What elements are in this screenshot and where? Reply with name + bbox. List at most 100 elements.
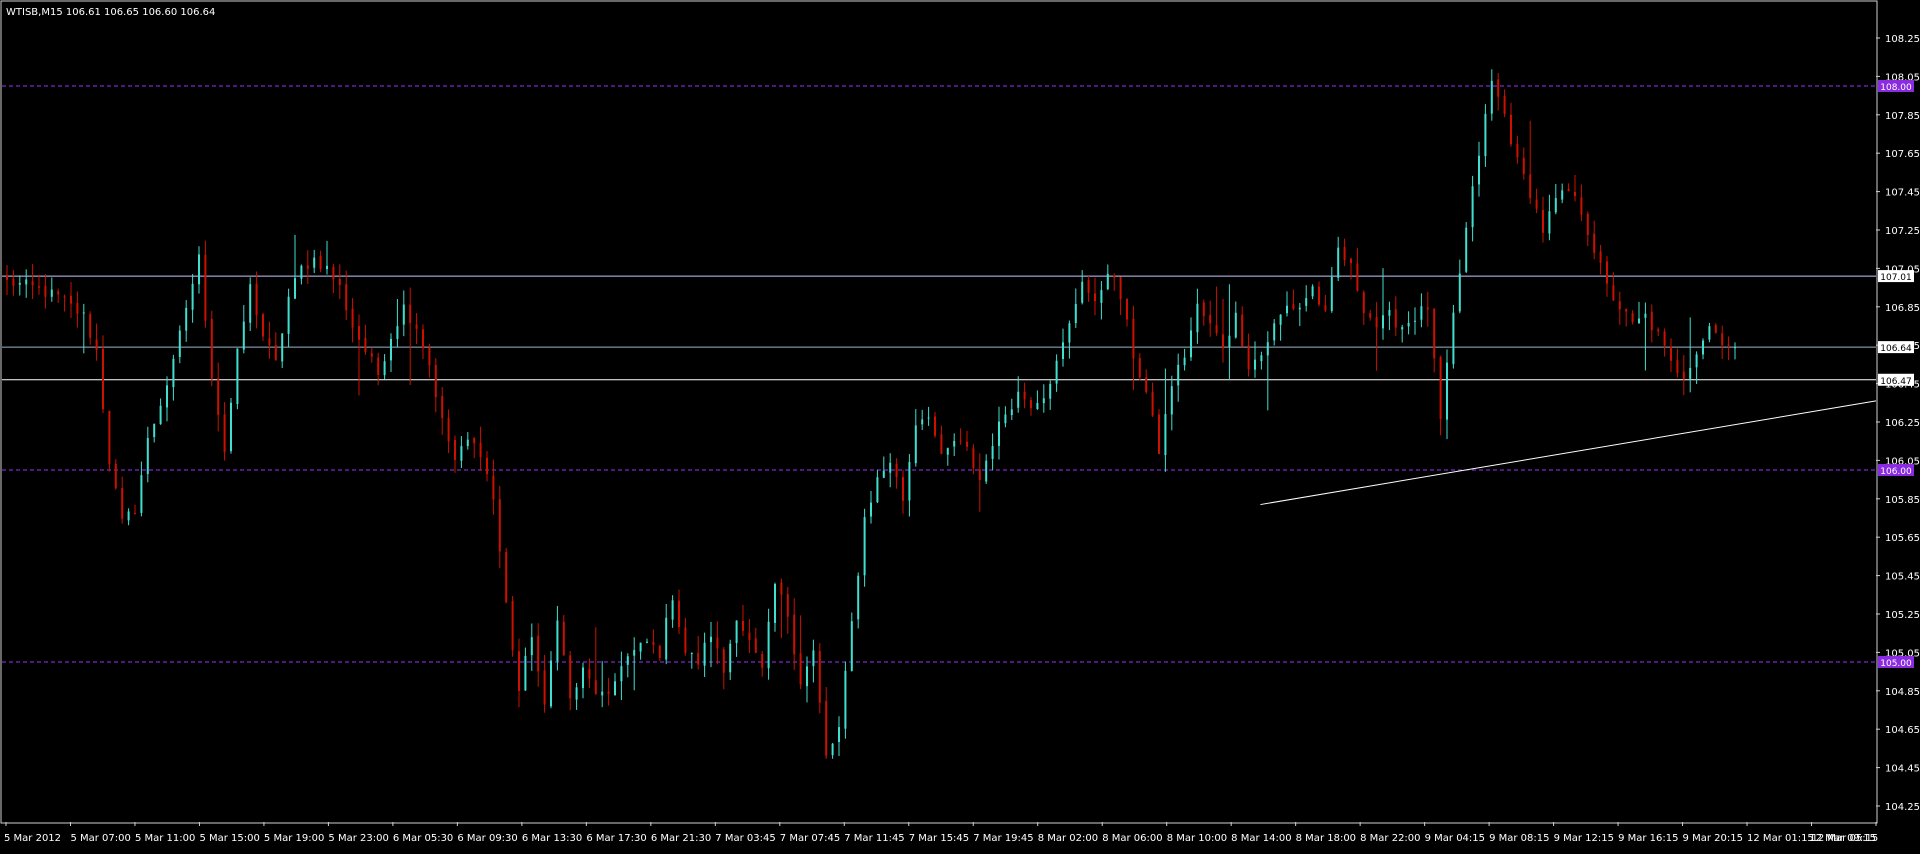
- candle-body: [1478, 155, 1480, 185]
- candle-body: [1516, 143, 1519, 158]
- y-tick-label: 107.65: [1885, 149, 1920, 160]
- candle-body: [498, 499, 501, 552]
- candle-body: [786, 594, 789, 617]
- candle-body: [1126, 298, 1128, 320]
- candle-body: [959, 440, 962, 442]
- x-tick-label: 12 Mar 09:15: [1809, 833, 1876, 844]
- candle-body: [1260, 355, 1263, 362]
- candle-body: [31, 281, 34, 286]
- x-tick-label: 5 Mar 15:00: [199, 833, 259, 844]
- candle-body: [594, 680, 597, 694]
- candle-body: [607, 691, 610, 694]
- candle-body: [1132, 318, 1135, 359]
- candle-body: [82, 312, 85, 314]
- candle-body: [76, 303, 79, 314]
- candle-body: [524, 655, 527, 691]
- candle-body: [1631, 313, 1634, 323]
- price-line-label: 107.01: [1880, 273, 1912, 283]
- candle-body: [767, 621, 770, 669]
- candle-body: [306, 265, 309, 269]
- candle-body: [1183, 357, 1186, 366]
- candle-body: [402, 304, 405, 325]
- candle-body: [1228, 335, 1231, 347]
- symbol-info-label: WTISB,M15 106.61 106.65 106.60 106.64: [6, 7, 215, 18]
- candle-body: [1356, 263, 1359, 291]
- price-line-label: 106.47: [1880, 377, 1912, 387]
- candle-body: [1574, 191, 1576, 196]
- candle-body: [665, 617, 668, 660]
- candle-body: [364, 337, 367, 353]
- candle-body: [1426, 307, 1429, 310]
- candle-body: [1343, 246, 1346, 261]
- x-tick-label: 8 Mar 06:00: [1102, 833, 1162, 844]
- candle-body: [1074, 303, 1077, 324]
- candle-body: [1164, 414, 1167, 456]
- candle: [863, 508, 866, 587]
- price-line-label: 106.00: [1880, 467, 1912, 477]
- candle-body: [1606, 261, 1608, 284]
- candle-body: [569, 655, 572, 699]
- candle-body: [377, 357, 380, 375]
- candle-body: [1433, 308, 1436, 359]
- candle-body: [690, 653, 693, 655]
- candle-body: [716, 637, 719, 649]
- candle-body: [927, 417, 930, 419]
- candle-body: [1593, 233, 1596, 253]
- x-tick-label: 9 Mar 04:15: [1425, 833, 1485, 844]
- candle-body: [1714, 325, 1717, 333]
- candle-body: [12, 278, 15, 286]
- candle-body: [1452, 312, 1455, 365]
- candle-body: [1471, 186, 1474, 228]
- candle-body: [831, 743, 834, 756]
- x-tick-label: 7 Mar 03:45: [715, 833, 775, 844]
- candle-body: [754, 638, 757, 653]
- candle-body: [370, 353, 373, 357]
- candle-body: [1708, 326, 1711, 340]
- candle-body: [1151, 391, 1154, 416]
- candle-body: [1158, 414, 1160, 455]
- candle-body: [281, 333, 284, 362]
- candle-body: [313, 257, 316, 268]
- candle-body: [383, 361, 386, 376]
- candle-body: [1529, 174, 1532, 198]
- candle: [230, 397, 232, 454]
- candle: [1452, 304, 1455, 369]
- chart-canvas[interactable]: 108.25108.05107.85107.65107.45107.25107.…: [0, 0, 1920, 850]
- candle-body: [1337, 247, 1340, 278]
- candle-body: [639, 642, 642, 652]
- candle-body: [742, 620, 744, 631]
- price-chart[interactable]: 108.25 108.05 107.85 107.65 107.45 107.25 107.…: [0, 0, 1920, 850]
- x-tick-label: 9 Mar 20:15: [1683, 833, 1743, 844]
- x-tick-label: 6 Mar 05:30: [393, 833, 453, 844]
- candle-body: [396, 326, 399, 339]
- candle-body: [1100, 290, 1103, 303]
- candle-body: [358, 326, 360, 340]
- candle-body: [1644, 313, 1647, 318]
- candle: [236, 348, 239, 410]
- y-tick-label: 104.25: [1885, 802, 1920, 813]
- candle-body: [1106, 273, 1109, 290]
- candle-body: [684, 627, 687, 654]
- y-tick-label: 107.45: [1885, 188, 1920, 199]
- candle-body: [748, 632, 751, 640]
- candle-body: [1055, 360, 1058, 384]
- candle-body: [1247, 345, 1250, 370]
- candle-body: [895, 463, 898, 478]
- y-tick-label: 108.25: [1885, 34, 1920, 45]
- candle-body: [1401, 327, 1404, 330]
- candle-body: [710, 636, 712, 643]
- candle-body: [198, 254, 200, 285]
- candle-body: [1318, 286, 1320, 305]
- candle-body: [761, 654, 764, 668]
- candle: [844, 661, 847, 739]
- candle-body: [390, 338, 392, 361]
- candle-body: [319, 256, 322, 270]
- candle-body: [889, 462, 892, 473]
- candle-body: [582, 667, 584, 689]
- candle-body: [230, 402, 232, 452]
- candle-body: [1599, 251, 1602, 263]
- candle-body: [1094, 293, 1096, 302]
- candle-body: [1414, 320, 1416, 322]
- candle-body: [1036, 402, 1039, 410]
- candle-body: [428, 347, 431, 366]
